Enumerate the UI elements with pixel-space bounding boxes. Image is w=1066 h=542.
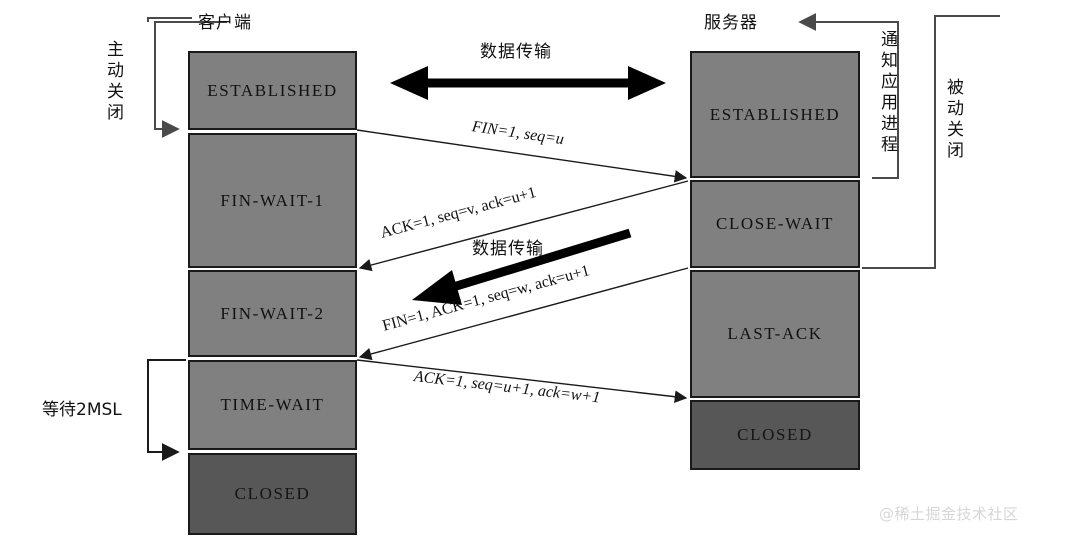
data-transfer-mid-label: 数据传输 — [472, 239, 544, 259]
notify-app-process-label: 通知应用进程 — [877, 30, 897, 156]
client-state-fin-wait-1[interactable]: FIN-WAIT-1 — [188, 133, 357, 268]
client-state-closed-label: CLOSED — [234, 484, 311, 503]
connector-layer — [147, 13, 1000, 461]
server-state-last-ack-label: LAST-ACK — [727, 324, 823, 343]
server-state-established-label: ESTABLISHED — [709, 104, 841, 124]
message-label-fin-ack-seq-w: FIN=1, ACK=1, seq=w, ack=u+1 — [380, 262, 592, 335]
client-state-time-wait-label: TIME-WAIT — [220, 395, 325, 414]
client-state-fin-wait-2-label: FIN-WAIT-2 — [220, 303, 325, 323]
client-state-closed[interactable]: CLOSED — [188, 453, 357, 535]
server-title: 服务器 — [704, 13, 758, 33]
data-transfer-top-label: 数据传输 — [480, 42, 552, 62]
message-label-fin-seq-u: FIN=1, seq=u — [470, 118, 566, 149]
server-state-close-wait-label: CLOSE-WAIT — [716, 214, 834, 233]
client-state-fin-wait-1-label: FIN-WAIT-1 — [220, 190, 325, 210]
server-state-established[interactable]: ESTABLISHED — [690, 51, 860, 178]
client-state-established[interactable]: ESTABLISHED — [188, 51, 357, 130]
wait-2msl-bracket — [147, 359, 186, 461]
message-label-ack-seq-u1: ACK=1, seq=u+1, ack=w+1 — [413, 368, 602, 407]
client-state-fin-wait-2[interactable]: FIN-WAIT-2 — [188, 270, 357, 357]
data-transfer-arrow-bidirectional — [390, 66, 666, 100]
client-title: 客户端 — [198, 13, 252, 33]
watermark: @稀土掘金技术社区 — [879, 505, 1019, 523]
server-state-closed[interactable]: CLOSED — [690, 400, 860, 470]
client-state-time-wait[interactable]: TIME-WAIT — [188, 360, 357, 450]
active-close-label: 主动关闭 — [103, 40, 123, 124]
client-title-leader — [147, 17, 192, 22]
client-state-established-label: ESTABLISHED — [207, 80, 338, 100]
tcp-four-way-handshake-diagram: 客户端 服务器 ESTABLISHED FIN-WAIT-1 FIN-WAIT-… — [0, 0, 1066, 542]
server-state-last-ack[interactable]: LAST-ACK — [690, 270, 860, 398]
passive-close-label: 被动关闭 — [943, 78, 963, 162]
server-state-closed-label: CLOSED — [737, 425, 813, 444]
server-state-close-wait[interactable]: CLOSE-WAIT — [690, 180, 860, 268]
wait-2msl-label: 等待2MSL — [42, 400, 122, 420]
